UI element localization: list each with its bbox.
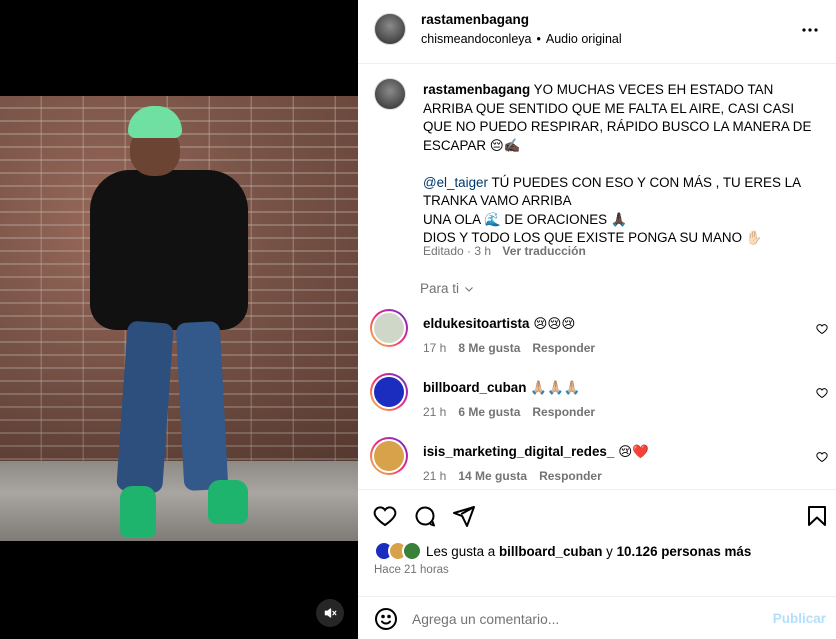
comment-time: 17 h <box>423 341 447 355</box>
mute-button[interactable] <box>316 599 344 627</box>
comment-likes[interactable]: 8 Me gusta <box>458 341 520 355</box>
comment-username[interactable]: eldukesitoartista <box>423 316 529 331</box>
avatar <box>374 313 404 343</box>
avatar <box>374 441 404 471</box>
post-side-panel: rastamenbagang chismeandoconleya • Audio o… <box>358 0 836 639</box>
emoji-icon[interactable] <box>374 607 398 631</box>
person-figure <box>88 104 258 538</box>
avatar <box>374 377 404 407</box>
heart-icon[interactable] <box>816 451 828 463</box>
post-header: rastamenbagang chismeandoconleya • Audio o… <box>358 0 836 64</box>
add-comment-bar: Publicar <box>358 596 836 639</box>
likes-count[interactable]: 10.126 personas más <box>617 544 752 559</box>
comment-username[interactable]: isis_marketing_digital_redes_ <box>423 444 614 459</box>
comment-username[interactable]: billboard_cuban <box>423 380 526 395</box>
post-photo <box>0 96 358 541</box>
comments-scroll[interactable]: rastamenbagang YO MUCHAS VECES EH ESTADO… <box>358 64 836 494</box>
post-comment-button[interactable]: Publicar <box>773 611 826 626</box>
reply-button[interactable]: Responder <box>532 341 595 355</box>
comment-time: 21 h <box>423 469 447 483</box>
comment-icon[interactable] <box>413 504 437 528</box>
see-translation-link[interactable]: Ver traducción <box>502 244 585 258</box>
mention-link[interactable]: @el_taiger <box>423 175 488 190</box>
heart-icon[interactable] <box>373 504 397 528</box>
chevron-down-icon <box>465 286 473 292</box>
comment-time: 21 h <box>423 405 447 419</box>
liker-avatars <box>374 541 424 561</box>
reply-button[interactable]: Responder <box>539 469 602 483</box>
post-timestamp: Hace 21 horas <box>374 564 449 576</box>
caption-text: rastamenbagang YO MUCHAS VECES EH ESTADO… <box>423 82 812 245</box>
avatar[interactable] <box>374 78 406 110</box>
comment-item: billboard_cuban 🙏🏼🙏🏼🙏🏼 21 h 6 Me gusta Re… <box>358 373 836 433</box>
comment-likes[interactable]: 6 Me gusta <box>458 405 520 419</box>
audio-label[interactable]: Audio original <box>546 32 622 46</box>
comment-input[interactable] <box>412 608 752 630</box>
comments-filter-dropdown[interactable]: Para ti <box>420 281 475 296</box>
comment-item: eldukesitoartista 😢😢😢 17 h 8 Me gusta Res… <box>358 309 836 369</box>
avatar <box>402 541 422 561</box>
reply-button[interactable]: Responder <box>532 405 595 419</box>
caption-username[interactable]: rastamenbagang <box>423 82 530 97</box>
post-author-username[interactable]: rastamenbagang <box>421 12 529 27</box>
bookmark-icon[interactable] <box>805 504 829 528</box>
avatar[interactable] <box>374 13 406 45</box>
audio-username[interactable]: chismeandoconleya <box>421 32 532 46</box>
heart-icon[interactable] <box>816 323 828 335</box>
audio-info: chismeandoconleya • Audio original <box>421 32 622 46</box>
more-icon <box>802 28 818 32</box>
paper-plane-icon[interactable] <box>452 504 476 528</box>
liker-username[interactable]: billboard_cuban <box>499 544 602 559</box>
caption-meta: Editado · 3 h Ver traducción <box>423 244 586 258</box>
comment-likes[interactable]: 14 Me gusta <box>458 469 527 483</box>
heart-icon[interactable] <box>816 387 828 399</box>
more-options-button[interactable] <box>798 18 822 42</box>
post-media[interactable] <box>0 0 358 639</box>
post-actions <box>358 489 836 541</box>
likes-summary[interactable]: Les gusta a billboard_cuban y 10.126 per… <box>374 541 751 561</box>
comment-item: isis_marketing_digital_redes_ 😢❤️ 21 h 14… <box>358 437 836 497</box>
speaker-muted-icon <box>324 608 337 618</box>
